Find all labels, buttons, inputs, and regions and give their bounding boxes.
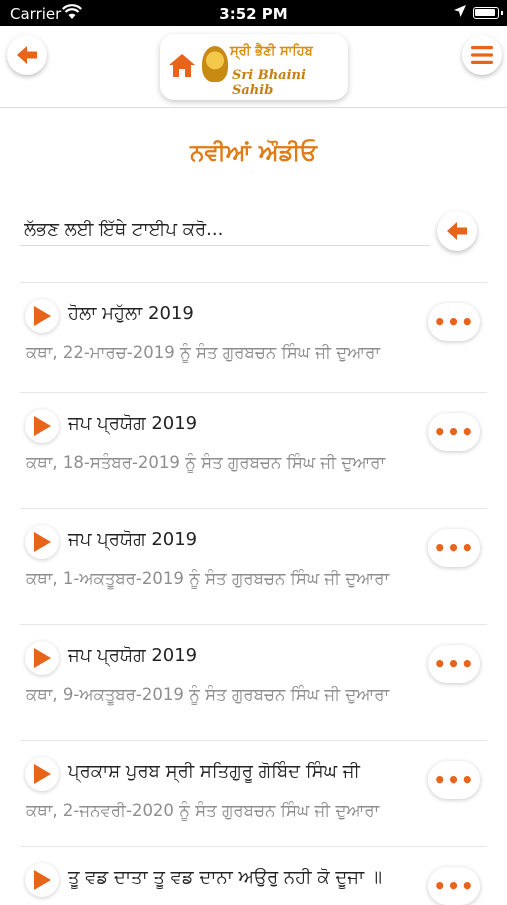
status-bar: Carrier 3:52 PM: [0, 0, 507, 26]
audio-title: ਜਪ ਪ੍ਰਯੋਗ 2019: [68, 413, 198, 434]
play-icon: [34, 764, 51, 784]
play-button[interactable]: [25, 757, 59, 791]
play-button[interactable]: [25, 863, 59, 897]
navigation-bar: ਸ੍ਰੀ ਭੈਣੀ ਸਾਹਿਬ Sri Bhaini Sahib: [0, 26, 507, 108]
more-options-button[interactable]: •••: [428, 867, 480, 905]
more-options-button[interactable]: •••: [428, 303, 480, 341]
audio-subtitle: ਕਥਾ, 18-ਸਤੰਬਰ-2019 ਨੂੰ ਸੰਤ ਗੁਰਬਚਨ ਸਿੰਘ ਜ…: [26, 453, 386, 472]
list-item[interactable]: ਜਪ ਪ੍ਰਯੋਗ 2019 ਕਥਾ, 1-ਅਕਤੂਬਰ-2019 ਨੂੰ ਸੰ…: [20, 508, 487, 624]
play-icon: [34, 648, 51, 668]
hamburger-menu-icon: [471, 46, 493, 64]
list-item[interactable]: ਤੂ ਵਡ ਦਾਤਾ ਤੂ ਵਡ ਦਾਨਾ ਅਉਰੁ ਨਹੀ ਕੋ ਦੂਜਾ ॥…: [20, 846, 487, 905]
emblem-logo: [202, 46, 228, 82]
audio-title: ਹੋਲਾ ਮਹੁੱਲਾ 2019: [68, 303, 194, 324]
list-item[interactable]: ਜਪ ਪ੍ਰਯੋਗ 2019 ਕਥਾ, 9-ਅਕਤੂਬਰ-2019 ਨੂੰ ਸੰ…: [20, 624, 487, 740]
play-icon: [34, 870, 51, 890]
audio-subtitle: ਕਥਾ, 1-ਅਕਤੂਬਰ-2019 ਨੂੰ ਸੰਤ ਗੁਰਬਚਨ ਸਿੰਘ ਜ…: [26, 569, 390, 588]
battery-icon: [473, 7, 503, 19]
search-clear-button[interactable]: [437, 211, 477, 251]
list-item[interactable]: ਜਪ ਪ੍ਰਯੋਗ 2019 ਕਥਾ, 18-ਸਤੰਬਰ-2019 ਨੂੰ ਸੰ…: [20, 392, 487, 508]
audio-title: ਜਪ ਪ੍ਰਯੋਗ 2019: [68, 645, 198, 666]
arrow-left-icon: [17, 46, 37, 64]
audio-title: ਤੂ ਵਡ ਦਾਤਾ ਤੂ ਵਡ ਦਾਨਾ ਅਉਰੁ ਨਹੀ ਕੋ ਦੂਜਾ ॥: [68, 867, 382, 888]
play-button[interactable]: [25, 641, 59, 675]
logo-home-button[interactable]: ਸ੍ਰੀ ਭੈਣੀ ਸਾਹਿਬ Sri Bhaini Sahib: [160, 34, 348, 100]
clock: 3:52 PM: [219, 5, 288, 23]
menu-button[interactable]: [462, 35, 502, 75]
arrow-left-icon: [447, 222, 467, 240]
search-input[interactable]: [20, 214, 430, 246]
location-icon: [453, 4, 467, 22]
logo-punjabi-text: ਸ੍ਰੀ ਭੈਣੀ ਸਾਹਿਬ: [230, 44, 313, 59]
list-item[interactable]: ਪ੍ਰਕਾਸ਼ ਪੁਰਬ ਸ੍ਰੀ ਸਤਿਗੁਰੂ ਗੋਬਿੰਦ ਸਿੰਘ ਜੀ…: [20, 740, 487, 846]
more-options-button[interactable]: •••: [428, 645, 480, 683]
play-icon: [34, 416, 51, 436]
audio-subtitle: ਕਥਾ, 2-ਜਨਵਰੀ-2020 ਨੂੰ ਸੰਤ ਗੁਰਬਚਨ ਸਿੰਘ ਜੀ…: [26, 801, 380, 820]
audio-title: ਪ੍ਰਕਾਸ਼ ਪੁਰਬ ਸ੍ਰੀ ਸਤਿਗੁਰੂ ਗੋਬਿੰਦ ਸਿੰਘ ਜੀ: [68, 761, 360, 782]
play-icon: [34, 532, 51, 552]
play-icon: [34, 306, 51, 326]
logo-english-text: Sri Bhaini Sahib: [232, 68, 306, 98]
more-options-button[interactable]: •••: [428, 413, 480, 451]
play-button[interactable]: [25, 299, 59, 333]
back-button[interactable]: [7, 35, 47, 75]
page-title: ਨਵੀਆਂ ਔਡੀਓ: [190, 140, 317, 166]
list-item[interactable]: ਹੋਲਾ ਮਹੁੱਲਾ 2019 ਕਥਾ, 22-ਮਾਰਚ-2019 ਨੂੰ ਸ…: [20, 282, 487, 392]
audio-title: ਜਪ ਪ੍ਰਯੋਗ 2019: [68, 529, 198, 550]
play-button[interactable]: [25, 409, 59, 443]
home-icon: [169, 54, 195, 77]
more-options-button[interactable]: •••: [428, 529, 480, 567]
audio-subtitle: ਕਥਾ, 22-ਮਾਰਚ-2019 ਨੂੰ ਸੰਤ ਗੁਰਬਚਨ ਸਿੰਘ ਜੀ…: [26, 343, 381, 362]
play-button[interactable]: [25, 525, 59, 559]
audio-subtitle: ਕਥਾ, 9-ਅਕਤੂਬਰ-2019 ਨੂੰ ਸੰਤ ਗੁਰਬਚਨ ਸਿੰਘ ਜ…: [26, 685, 390, 704]
more-options-button[interactable]: •••: [428, 761, 480, 799]
